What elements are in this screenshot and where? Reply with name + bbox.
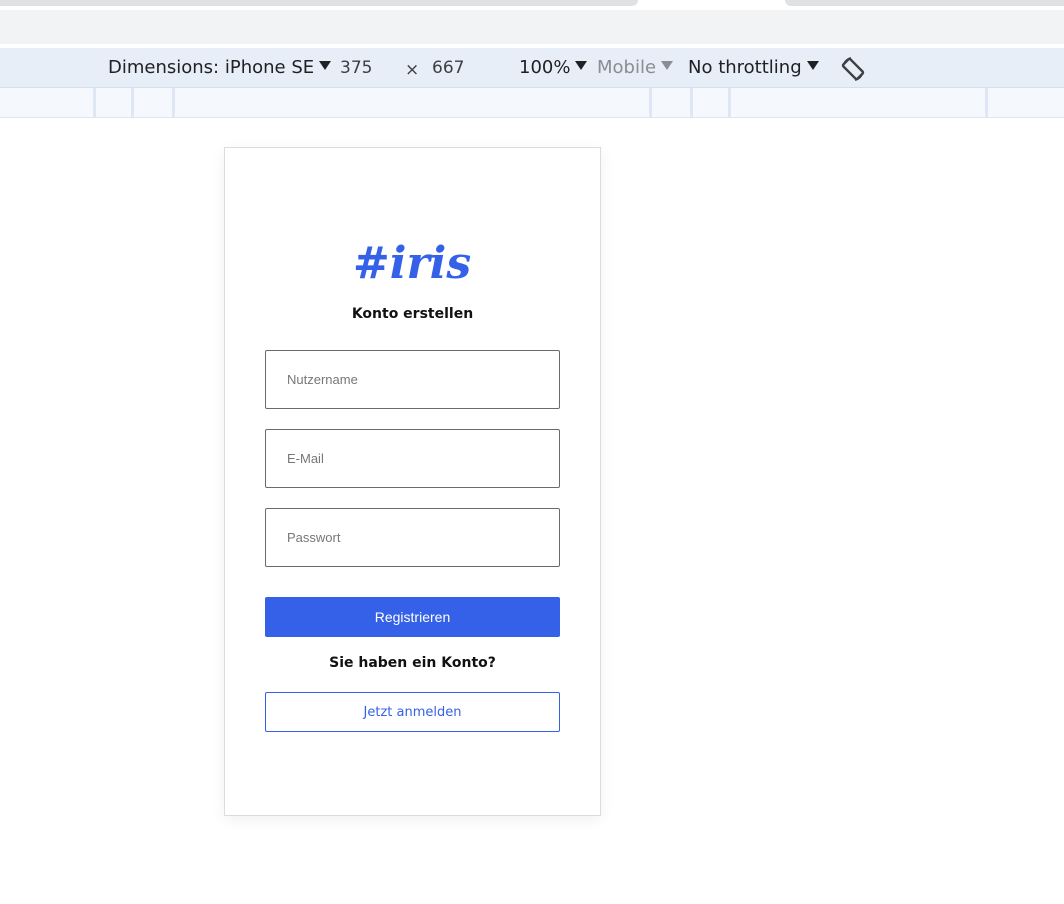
browser-toolbar — [0, 10, 1064, 44]
caret-down-icon — [575, 61, 588, 70]
zoom-label: 100% — [519, 57, 571, 78]
have-account-text: Sie haben ein Konto? — [329, 655, 496, 671]
throttling-label: No throttling — [688, 57, 802, 78]
caret-down-icon — [319, 61, 332, 70]
rotate-icon[interactable] — [838, 54, 868, 84]
dimensions-dropdown[interactable]: Dimensions: iPhone SE — [108, 57, 332, 79]
browser-tab[interactable] — [785, 0, 1064, 6]
caret-down-icon — [661, 61, 674, 70]
throttling-dropdown[interactable]: No throttling — [688, 57, 819, 79]
email-field[interactable] — [265, 429, 560, 488]
device-type-label: Mobile — [597, 57, 657, 78]
browser-tabstrip — [0, 0, 1064, 10]
ruler-tick[interactable] — [649, 88, 652, 117]
svg-text:#iris: #iris — [353, 238, 471, 289]
ruler-tick[interactable] — [131, 88, 134, 117]
media-query-ruler — [0, 88, 1064, 118]
times-sign: × — [405, 60, 420, 80]
password-field[interactable] — [265, 508, 560, 567]
zoom-dropdown[interactable]: 100% — [519, 57, 588, 79]
register-button[interactable]: Registrieren — [265, 597, 560, 637]
login-button[interactable]: Jetzt anmelden — [265, 692, 560, 732]
ruler-tick[interactable] — [172, 88, 175, 117]
width-input[interactable]: 375 — [340, 57, 372, 79]
ruler-tick[interactable] — [690, 88, 693, 117]
browser-tab[interactable] — [0, 0, 638, 6]
caret-down-icon — [806, 61, 819, 70]
ruler-tick[interactable] — [985, 88, 988, 117]
height-input[interactable]: 667 — [432, 57, 464, 79]
ruler-tick[interactable] — [728, 88, 731, 117]
ruler-tick[interactable] — [93, 88, 96, 117]
iris-logo: #iris — [353, 238, 471, 289]
dimensions-label: Dimensions: iPhone SE — [108, 57, 315, 78]
device-type-dropdown[interactable]: Mobile — [597, 57, 674, 79]
device-toolbar: Dimensions: iPhone SE 375 × 667 100% Mob… — [0, 48, 1064, 88]
page-title: Konto erstellen — [351, 306, 474, 322]
username-field[interactable] — [265, 350, 560, 409]
device-viewport: #iris Konto erstellen Registrieren Sie h… — [224, 147, 601, 816]
